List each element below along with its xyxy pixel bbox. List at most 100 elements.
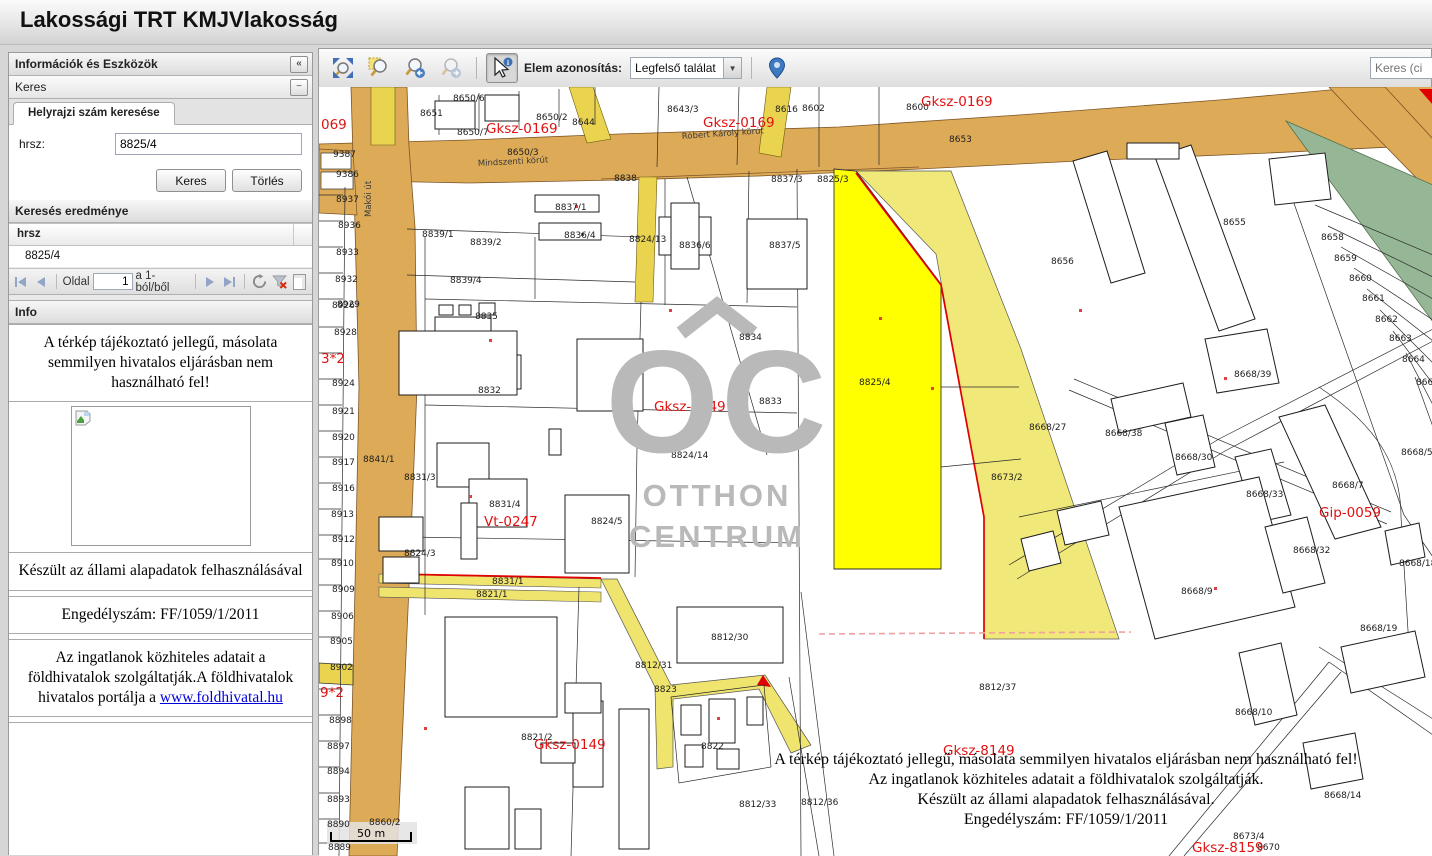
identify-tool-button[interactable]: i (486, 53, 518, 83)
results-panel-header: Keresés eredménye (9, 200, 312, 223)
tab-helyrajzi-szam[interactable]: Helyrajzi szám keresése (13, 102, 175, 125)
zone-label: Gksz-0149 (534, 737, 606, 753)
collapse-sidebar-button[interactable]: « (290, 56, 308, 73)
parcel-label: 8839/4 (450, 276, 482, 286)
parcel-label: 8812/36 (801, 798, 839, 808)
parcel-label: 8835 (475, 312, 498, 322)
parcel-label: 8839/2 (470, 238, 502, 248)
parcel-label: 8841/1 (363, 455, 395, 465)
parcel-label: 8668/10 (1235, 708, 1273, 718)
pager-next-button[interactable] (202, 273, 219, 290)
results-column-header[interactable]: hrsz (9, 223, 312, 246)
parcel-label: 8668/7 (1332, 481, 1364, 491)
watermark-text: OC (606, 320, 829, 483)
results-row[interactable]: 8825/4 (9, 246, 312, 268)
parcel-label: 8616 (775, 105, 798, 115)
map-toolbar: i Elem azonosítás: Legfelső találat ▼ (319, 49, 1431, 88)
zoom-previous-icon (403, 56, 427, 80)
zoom-next-button[interactable] (435, 53, 467, 83)
zoom-extent-button[interactable] (327, 53, 359, 83)
parcel-label: 8668/9 (1181, 587, 1213, 597)
parcel-label: 9387 (333, 150, 356, 160)
pager-of-label: a 1-ból/ből (136, 270, 189, 294)
parcel-label: 8659 (1334, 254, 1357, 264)
foldhivatal-link[interactable]: www.foldhivatal.hu (160, 689, 283, 706)
parcel-label: 8909 (332, 585, 355, 595)
parcel-label: 8823 (654, 685, 677, 695)
parcel-label: 8663 (1389, 334, 1412, 344)
zone-label: Gip-0059 (1319, 505, 1381, 521)
parcel-label: 8837/5 (769, 241, 801, 251)
search-section-title: Keres (15, 80, 46, 94)
pager-prev-button[interactable] (33, 273, 50, 290)
identify-mode-select[interactable]: Legfelső találat ▼ (630, 57, 742, 79)
pager-page-label: Oldal (63, 276, 90, 288)
parcel-label: 8921 (332, 407, 355, 417)
parcel-label: 8831/1 (492, 577, 524, 587)
parcel-label: 8898 (329, 716, 352, 726)
search-tab-strip: Helyrajzi szám keresése (9, 99, 312, 125)
parcel-label: 8836/6 (679, 241, 711, 251)
collapse-search-button[interactable]: − (290, 79, 308, 96)
pager-last-button[interactable] (222, 273, 239, 290)
parcel-label: 8668/33 (1246, 490, 1283, 500)
parcel-label: 8821/1 (476, 590, 508, 600)
parcel-label: 8917 (332, 458, 355, 468)
parcel-label: 8889 (328, 843, 351, 853)
parcel-label: 8933 (336, 248, 359, 258)
parcel-label: 8651 (420, 109, 443, 119)
hrsz-input[interactable] (115, 133, 302, 155)
parcel-label: 8912 (332, 535, 355, 545)
map-disclaimer-line: Az ingatlanok közhiteles adatait a földh… (869, 771, 1264, 788)
parcel-label: 8673/2 (991, 473, 1023, 483)
zone-label: 069 (321, 117, 347, 133)
parcel-label: 8656 (1051, 257, 1074, 267)
zone-label: Gksz-8159 (1192, 840, 1264, 856)
info-image-container (9, 402, 312, 552)
broken-image-placeholder (71, 406, 251, 546)
broken-image-icon (74, 409, 92, 427)
parcel-label: 8920 (332, 433, 355, 443)
parcel-label: 8658 (1321, 233, 1344, 243)
zoom-box-button[interactable] (363, 53, 395, 83)
license-text: Engedélyszám: FF/1059/1/2011 (9, 597, 312, 633)
parcel-label: 8812/31 (635, 661, 672, 671)
parcel-label: 8653 (949, 135, 972, 145)
search-button[interactable]: Keres (156, 169, 226, 192)
parcel-label: 8668/14 (1324, 791, 1362, 801)
refresh-icon[interactable] (251, 273, 268, 290)
clear-button[interactable]: Törlés (232, 169, 302, 192)
parcel-label: 8831/3 (404, 473, 436, 483)
sidebar: Információk és Eszközök « Keres − Helyra… (8, 52, 313, 855)
map-search-input[interactable] (1370, 57, 1432, 79)
watermark-text: CENTRUM (629, 519, 805, 554)
parcel-label: 8655 (1223, 218, 1246, 228)
export-page-icon[interactable] (291, 273, 308, 290)
parcel-label: 8812/33 (739, 800, 776, 810)
zone-label: Gksz-0169 (921, 94, 993, 110)
parcel-label: 8825/4 (859, 378, 891, 388)
marker-tool-button[interactable] (761, 53, 793, 83)
land-office-text: Az ingatlanok közhiteles adatait a földh… (9, 640, 312, 716)
parcel-label: 8937 (336, 195, 359, 205)
map-panel: i Elem azonosítás: Legfelső találat ▼ (318, 48, 1432, 855)
pager-page-input[interactable] (93, 273, 133, 290)
parcel-label: 8812/30 (711, 633, 749, 643)
parcel-label: 8894 (327, 767, 350, 777)
map-disclaimer-line: Engedélyszám: FF/1059/1/2011 (964, 811, 1168, 828)
parcel-label: 8910 (331, 559, 354, 569)
parcel-label: 8831/4 (489, 500, 521, 510)
parcel-label: 8890 (327, 820, 350, 830)
parcel-label: 8838 (614, 174, 637, 184)
identify-cursor-icon: i (490, 56, 514, 80)
parcel-label: 8644 (572, 118, 595, 128)
hrsz-label: hrsz: (19, 137, 115, 151)
info-panel-title: Info (15, 305, 37, 319)
street-label: Makói út (363, 180, 374, 217)
map-canvas[interactable]: 8650/686518650/286448650/78650/393879386… (319, 87, 1432, 856)
zoom-previous-button[interactable] (399, 53, 431, 83)
parcel-label: 8662 (1375, 315, 1398, 325)
pager-first-button[interactable] (13, 273, 30, 290)
chevron-down-icon: ▼ (723, 58, 741, 78)
clear-filter-icon[interactable] (271, 273, 288, 290)
